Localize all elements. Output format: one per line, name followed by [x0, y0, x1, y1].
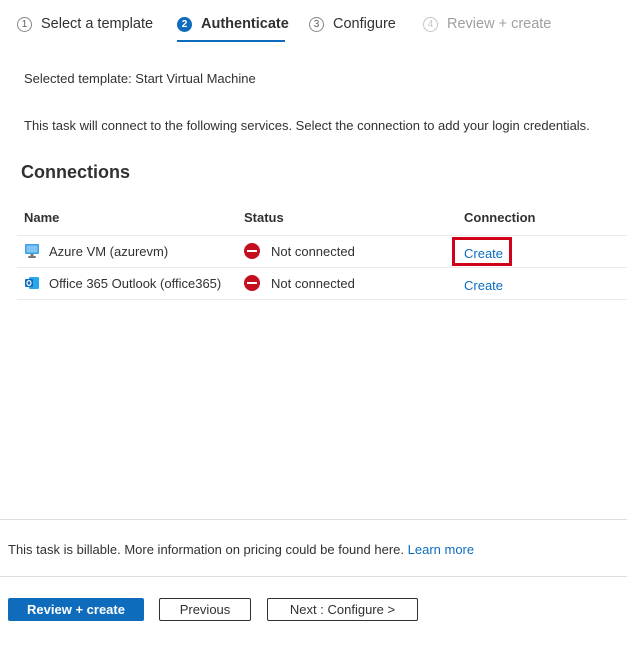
selected-template-text: Selected template: Start Virtual Machine — [24, 71, 256, 86]
step-select-template[interactable]: 1 Select a template — [17, 14, 153, 34]
create-connection-link[interactable]: Create — [464, 278, 503, 293]
row-divider — [17, 299, 627, 300]
footer-divider-bottom — [0, 576, 627, 577]
previous-button[interactable]: Previous — [159, 598, 251, 621]
billing-notice: This task is billable. More information … — [8, 542, 474, 557]
outlook-icon — [24, 275, 40, 291]
active-step-indicator — [177, 40, 285, 42]
connection-name: Office 365 Outlook (office365) — [49, 275, 222, 291]
learn-more-link[interactable]: Learn more — [408, 542, 474, 557]
status-cell: Not connected — [244, 242, 355, 260]
highlight-box — [452, 237, 512, 266]
review-create-button[interactable]: Review + create — [8, 598, 144, 621]
status-cell: Not connected — [244, 274, 355, 292]
step-authenticate[interactable]: 2 Authenticate — [177, 14, 289, 34]
step-label: Select a template — [41, 16, 154, 32]
billing-text: This task is billable. More information … — [8, 542, 404, 557]
connection-name-cell: Azure VM (azurevm) — [24, 242, 168, 260]
connection-name-cell: Office 365 Outlook (office365) — [24, 274, 221, 292]
column-header-status: Status — [244, 210, 284, 225]
column-header-connection: Connection — [464, 210, 536, 225]
step-label: Review + create — [447, 16, 552, 32]
next-configure-button[interactable]: Next : Configure > — [267, 598, 418, 621]
step-number-2: 2 — [177, 16, 192, 32]
not-connected-icon — [244, 243, 260, 259]
step-number-1: 1 — [17, 16, 32, 32]
description-text: This task will connect to the following … — [24, 118, 590, 133]
status-text: Not connected — [271, 275, 355, 291]
status-text: Not connected — [271, 243, 355, 259]
step-number-3: 3 — [309, 16, 324, 32]
azure-vm-icon — [24, 243, 40, 259]
not-connected-icon — [244, 275, 260, 291]
step-configure[interactable]: 3 Configure — [309, 14, 396, 34]
table-header-divider — [17, 235, 627, 236]
step-label: Authenticate — [201, 16, 289, 32]
connection-cell: Create — [464, 276, 503, 294]
step-review-create: 4 Review + create — [423, 14, 551, 34]
step-label: Configure — [333, 16, 396, 32]
step-number-4: 4 — [423, 16, 438, 32]
column-header-name: Name — [24, 210, 60, 225]
connection-name: Azure VM (azurevm) — [49, 243, 169, 259]
wizard-steps: 1 Select a template 2 Authenticate 3 Con… — [0, 0, 637, 44]
row-divider — [17, 267, 627, 268]
connections-heading: Connections — [21, 162, 131, 182]
footer-divider-top — [0, 519, 627, 520]
